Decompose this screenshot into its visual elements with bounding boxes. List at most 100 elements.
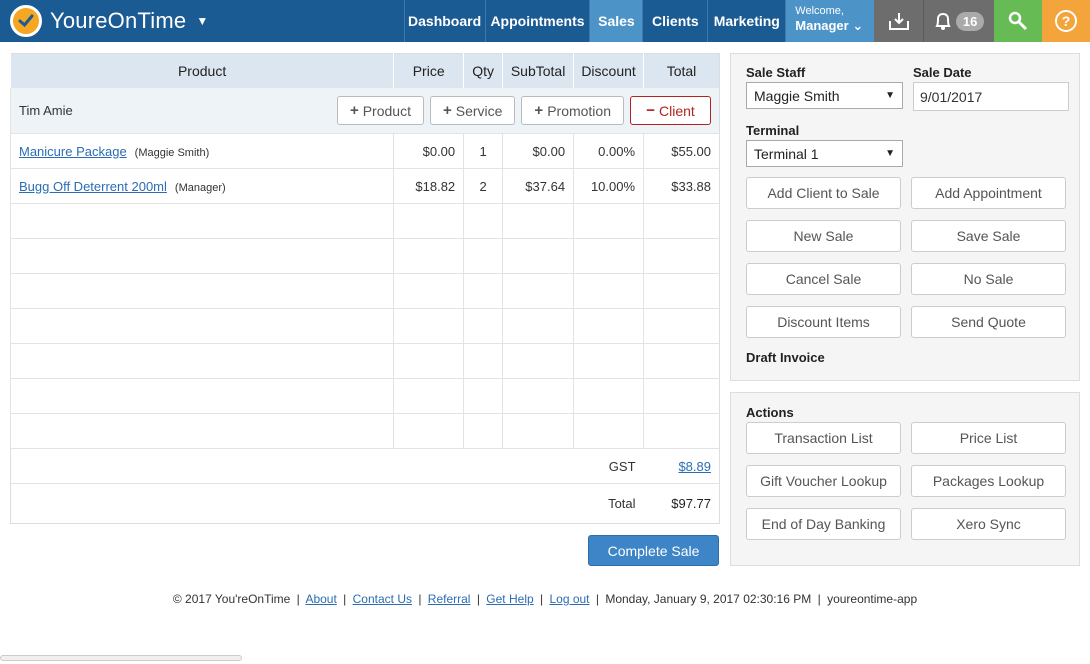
send-quote-button[interactable]: Send Quote (911, 306, 1066, 338)
footer-app-name: youreontime-app (827, 592, 918, 606)
help-button[interactable]: ? (1042, 0, 1090, 42)
sale-details-panel: Sale Staff Maggie Smith ▼ Sale Date 9/01… (730, 53, 1080, 381)
actions-label: Actions (746, 405, 794, 420)
nav-appointments[interactable]: Appointments (484, 0, 590, 42)
sale-staff-label: Sale Staff (746, 65, 806, 80)
separator: | (817, 592, 821, 606)
plus-icon: + (442, 102, 452, 119)
total-value: $97.77 (643, 483, 720, 524)
complete-sale-button[interactable]: Complete Sale (588, 535, 719, 566)
bell-icon (935, 12, 951, 30)
horizontal-scrollbar[interactable] (0, 655, 242, 661)
gst-label: GST (10, 448, 644, 484)
plus-icon: + (534, 102, 544, 119)
separator: | (595, 592, 599, 606)
draft-invoice-label: Draft Invoice (746, 350, 825, 365)
sale-date-input[interactable]: 9/01/2017 (913, 82, 1069, 111)
item-staff: (Manager) (174, 181, 226, 194)
help-icon: ? (1055, 10, 1077, 32)
total-label: Total (10, 483, 644, 524)
transaction-list-button[interactable]: Transaction List (746, 422, 901, 454)
empty-row (9, 343, 720, 379)
add-product-button[interactable]: + Product (336, 96, 424, 125)
separator: | (343, 592, 347, 606)
add-promotion-button[interactable]: + Promotion (521, 96, 624, 125)
item-link[interactable]: Bugg Off Deterrent 200ml (19, 179, 167, 194)
item-qty: 2 (463, 168, 503, 204)
notifications-button[interactable]: 16 (923, 0, 995, 42)
col-subtotal: SubTotal (502, 53, 574, 88)
nav-dashboard[interactable]: Dashboard (403, 0, 485, 42)
gift-voucher-lookup-button[interactable]: Gift Voucher Lookup (746, 465, 901, 497)
terminal-select[interactable]: Terminal 1 ▼ (746, 140, 903, 167)
inbox-button[interactable] (874, 0, 924, 42)
add-service-button[interactable]: + Service (429, 96, 516, 125)
user-menu[interactable]: Welcome, Manager ⌄ (785, 0, 875, 42)
inbox-download-icon (888, 13, 909, 30)
packages-lookup-button[interactable]: Packages Lookup (911, 465, 1066, 497)
remove-client-label: Client (658, 102, 695, 119)
col-price: Price (393, 53, 464, 88)
new-sale-button[interactable]: New Sale (746, 220, 901, 252)
sale-staff-value: Maggie Smith (754, 88, 840, 104)
sales-table: Product Price Qty SubTotal Discount Tota… (9, 53, 720, 524)
clock-check-logo-icon (10, 5, 42, 37)
nav-sales[interactable]: Sales (589, 0, 643, 42)
sale-staff-select[interactable]: Maggie Smith ▼ (746, 82, 903, 109)
col-product: Product (9, 53, 394, 88)
item-price: $0.00 (393, 133, 464, 169)
empty-row (9, 238, 720, 274)
search-button[interactable] (994, 0, 1043, 42)
item-price: $18.82 (393, 168, 464, 204)
no-sale-button[interactable]: No Sale (911, 263, 1066, 295)
get-help-link[interactable]: Get Help (486, 592, 533, 606)
dropdown-arrow-icon: ▼ (885, 148, 895, 159)
gst-value-link[interactable]: $8.89 (678, 459, 711, 474)
discount-items-button[interactable]: Discount Items (746, 306, 901, 338)
welcome-text: Welcome, (795, 5, 844, 17)
item-subtotal: $37.64 (502, 168, 574, 204)
empty-row (9, 273, 720, 309)
caret-down-icon: ▼ (196, 14, 209, 28)
notification-badge: 16 (955, 11, 985, 31)
terminal-value: Terminal 1 (754, 146, 819, 162)
table-row: Bugg Off Deterrent 200ml (Manager) $18.82… (9, 168, 720, 204)
logout-link[interactable]: Log out (549, 592, 589, 606)
about-link[interactable]: About (305, 592, 336, 606)
end-of-day-banking-button[interactable]: End of Day Banking (746, 508, 901, 540)
item-subtotal: $0.00 (502, 133, 574, 169)
table-row: Manicure Package (Maggie Smith) $0.00 1 $… (9, 133, 720, 169)
empty-row (9, 308, 720, 344)
add-service-label: Service (455, 102, 503, 119)
top-nav: YoureOnTime ▼ Dashboard Appointments Sal… (0, 0, 1090, 42)
dropdown-arrow-icon: ▼ (885, 90, 895, 101)
footer-datetime: Monday, January 9, 2017 02:30:16 PM (605, 592, 812, 606)
nav-marketing[interactable]: Marketing (707, 0, 785, 42)
brand-name: YoureOnTime (50, 8, 187, 33)
separator: | (540, 592, 544, 606)
chevron-down-icon: ⌄ (852, 18, 864, 33)
client-name: Tim Amie (19, 103, 73, 118)
item-staff: (Maggie Smith) (134, 146, 210, 159)
minus-icon: − (646, 102, 655, 119)
col-discount: Discount (573, 53, 644, 88)
separator: | (476, 592, 480, 606)
referral-link[interactable]: Referral (428, 592, 471, 606)
remove-client-button[interactable]: − Client (630, 96, 711, 125)
item-link[interactable]: Manicure Package (19, 144, 127, 159)
xero-sync-button[interactable]: Xero Sync (911, 508, 1066, 540)
col-qty: Qty (463, 53, 503, 88)
price-list-button[interactable]: Price List (911, 422, 1066, 454)
contact-link[interactable]: Contact Us (353, 592, 412, 606)
item-total: $33.88 (643, 168, 720, 204)
brand-menu[interactable]: YoureOnTime ▼ (0, 0, 404, 42)
save-sale-button[interactable]: Save Sale (911, 220, 1066, 252)
separator: | (418, 592, 422, 606)
add-appointment-button[interactable]: Add Appointment (911, 177, 1066, 209)
add-product-label: Product (362, 102, 411, 119)
cancel-sale-button[interactable]: Cancel Sale (746, 263, 901, 295)
nav-clients[interactable]: Clients (642, 0, 707, 42)
copyright: © 2017 You'reOnTime (172, 592, 291, 606)
separator: | (296, 592, 300, 606)
add-client-to-sale-button[interactable]: Add Client to Sale (746, 177, 901, 209)
